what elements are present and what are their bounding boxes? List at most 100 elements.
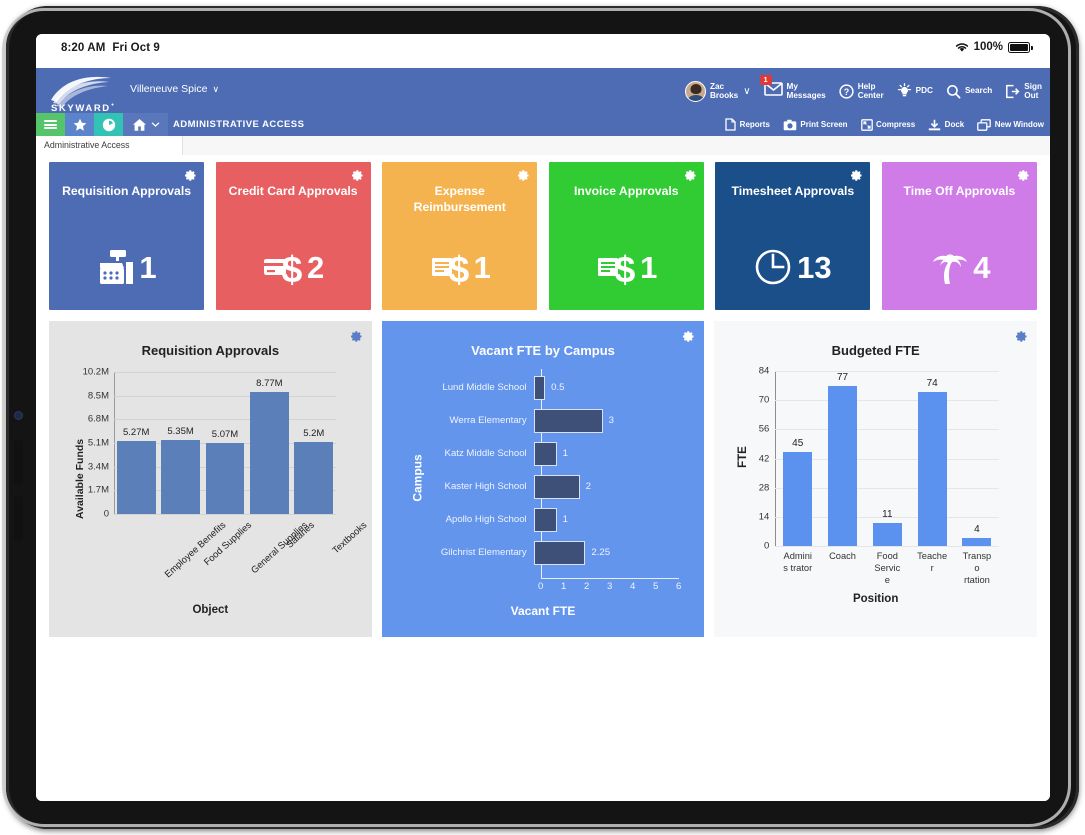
cash-register-icon xyxy=(100,250,134,284)
chart-x-tick-labels: Employee Benefits Food Supplies General Su… xyxy=(114,517,369,589)
bar[interactable] xyxy=(533,540,586,565)
bar-column[interactable]: 74 xyxy=(917,372,947,546)
y-tick-label: 56 xyxy=(758,423,770,435)
bar[interactable] xyxy=(827,385,858,546)
bar[interactable] xyxy=(533,375,546,400)
bar-value-label: 11 xyxy=(882,509,893,521)
bar-wrap: 0.5 xyxy=(533,371,679,404)
nav-item-pdc[interactable]: PDC xyxy=(897,83,933,99)
bar-row[interactable]: Kaster High School 2 xyxy=(429,470,679,503)
tile-body: 4 xyxy=(882,246,1037,288)
bar-row[interactable]: Gilchrist Elementary 2.25 xyxy=(429,536,679,569)
bar-column[interactable]: 77 xyxy=(827,372,858,546)
bar-wrap: 1 xyxy=(533,503,679,536)
tile-time-off-approvals[interactable]: Time Off Approvals 4 xyxy=(881,162,1037,310)
bar-column[interactable]: 5.07M xyxy=(205,373,245,514)
bar[interactable] xyxy=(294,441,334,514)
tile-requisition-approvals[interactable]: Requisition Approvals 1 xyxy=(49,162,205,310)
chart-y-axis-label: Available Funds xyxy=(74,438,86,519)
print-screen-button[interactable]: Print Screen xyxy=(783,119,848,131)
x-tick-label: 5 xyxy=(653,581,659,592)
avatar xyxy=(685,80,706,102)
home-button[interactable] xyxy=(123,113,168,136)
bar[interactable] xyxy=(872,523,902,546)
chart-x-axis-label: Position xyxy=(852,593,899,605)
bar[interactable] xyxy=(249,391,289,514)
dock-button[interactable]: Dock xyxy=(928,119,964,131)
chart-x-axis-label: Vacant FTE xyxy=(510,604,576,618)
bar-value-label: 74 xyxy=(926,377,938,389)
bar[interactable] xyxy=(783,452,813,546)
clock-circle-icon xyxy=(102,118,115,131)
district-selector[interactable]: Villeneuve Spice ∨ xyxy=(130,83,219,95)
bar-row[interactable]: Lund Middle School 0.5 xyxy=(429,371,679,404)
chart-plot-area: 0 1.7M 3.4M 5.1M 6.8M 8.5M 10.2M 5.27M 5.35M 5.07… xyxy=(83,367,336,520)
bar-column[interactable]: 4 xyxy=(962,372,992,546)
bar-column[interactable]: 5.35M xyxy=(161,373,200,514)
tablet-screen: 8:20 AM Fri Oct 9 100% SKYWARD Villeneuv… xyxy=(36,34,1050,801)
top-nav-items: Zac Brooks ∨ 1 My Messages ? Help Center… xyxy=(685,72,1042,110)
bar[interactable] xyxy=(962,537,992,546)
bar-column[interactable]: 8.77M xyxy=(249,373,289,514)
bar[interactable] xyxy=(533,474,580,499)
bar[interactable] xyxy=(205,443,245,514)
bar-row[interactable]: Apollo High School 1 xyxy=(429,503,679,536)
chart-title: Requisition Approvals xyxy=(141,343,280,358)
recent-items-button[interactable] xyxy=(94,113,123,136)
nav-item-user[interactable]: Zac Brooks ∨ xyxy=(685,80,751,102)
bar-column[interactable]: 11 xyxy=(872,372,902,546)
x-tick-label: 1 xyxy=(561,581,567,592)
tile-invoice-approvals[interactable]: Invoice Approvals $ 1 xyxy=(548,162,704,310)
compress-button[interactable]: Compress xyxy=(860,118,915,131)
tile-timesheet-approvals[interactable]: Timesheet Approvals 13 xyxy=(715,162,871,310)
x-axis-line xyxy=(540,577,679,579)
tile-count: 13 xyxy=(797,249,832,285)
volume-down-button[interactable] xyxy=(14,496,23,540)
tile-title: Requisition Approvals xyxy=(62,184,191,198)
new-window-button[interactable]: New Window xyxy=(977,118,1044,131)
side-sensor-icon xyxy=(15,412,22,419)
y-tick-label: 42 xyxy=(758,453,770,464)
camera-icon xyxy=(783,119,797,130)
bar-series: 45 77 11 74 4 xyxy=(775,372,999,546)
bar[interactable] xyxy=(917,391,947,546)
y-tick-label: 5.1M xyxy=(87,437,109,449)
bar-column[interactable]: 5.27M xyxy=(116,373,156,514)
bar-row[interactable]: Katz Middle School 1 xyxy=(429,437,679,470)
bar[interactable] xyxy=(533,408,603,433)
bar-value-label: 5.27M xyxy=(122,426,150,438)
tile-credit-card-approvals[interactable]: Credit Card Approvals $ 2 xyxy=(215,162,371,310)
magnifier-icon xyxy=(946,84,961,98)
compress-icon xyxy=(860,118,873,131)
signout-icon xyxy=(1006,84,1020,98)
favorites-button[interactable] xyxy=(65,113,94,136)
bar-column[interactable]: 45 xyxy=(783,372,813,546)
bar-value-label: 5.2M xyxy=(303,427,325,439)
nav-item-sign-out[interactable]: Sign Out xyxy=(1005,82,1042,101)
y-tick-label: Gilchrist Elementary xyxy=(440,547,527,558)
hamburger-menu-button[interactable] xyxy=(36,113,65,136)
bar[interactable] xyxy=(533,441,557,466)
bar[interactable] xyxy=(533,507,557,532)
nav-item-search[interactable]: Search xyxy=(946,84,992,99)
reports-button[interactable]: Reports xyxy=(725,118,770,131)
nav-item-search-label: Search xyxy=(964,86,993,96)
tile-title: Expense Reimbursement xyxy=(413,184,506,214)
bar[interactable] xyxy=(116,440,156,514)
bar-column[interactable]: 5.2M xyxy=(294,373,334,514)
bar[interactable] xyxy=(161,439,200,514)
x-tick-label: Food Service xyxy=(874,551,901,585)
bar-row[interactable]: Werra Elementary 3 xyxy=(429,404,679,437)
skyward-logo[interactable]: SKYWARD xyxy=(49,72,117,112)
nav-item-help-center[interactable]: ? Help Center xyxy=(839,82,884,101)
chart-plot-area: 0 14 28 42 56 70 84 45 77 11 74 4 xyxy=(759,366,1000,552)
chart-plot-area: 0 1 2 3 4 5 6 Lund Middle School 0.5 Werra Eleme… xyxy=(429,369,681,592)
x-tick-label: 2 xyxy=(584,581,590,592)
tile-title: Invoice Approvals xyxy=(574,184,679,198)
district-name: Villeneuve Spice xyxy=(130,83,208,95)
lightbulb-icon xyxy=(897,83,911,97)
nav-item-user-label: Zac Brooks xyxy=(710,81,739,100)
tile-expense-reimbursement[interactable]: Expense Reimbursement $ 1 xyxy=(382,162,538,310)
nav-item-my-messages[interactable]: 1 My Messages xyxy=(759,75,826,101)
volume-up-button[interactable] xyxy=(14,440,23,484)
